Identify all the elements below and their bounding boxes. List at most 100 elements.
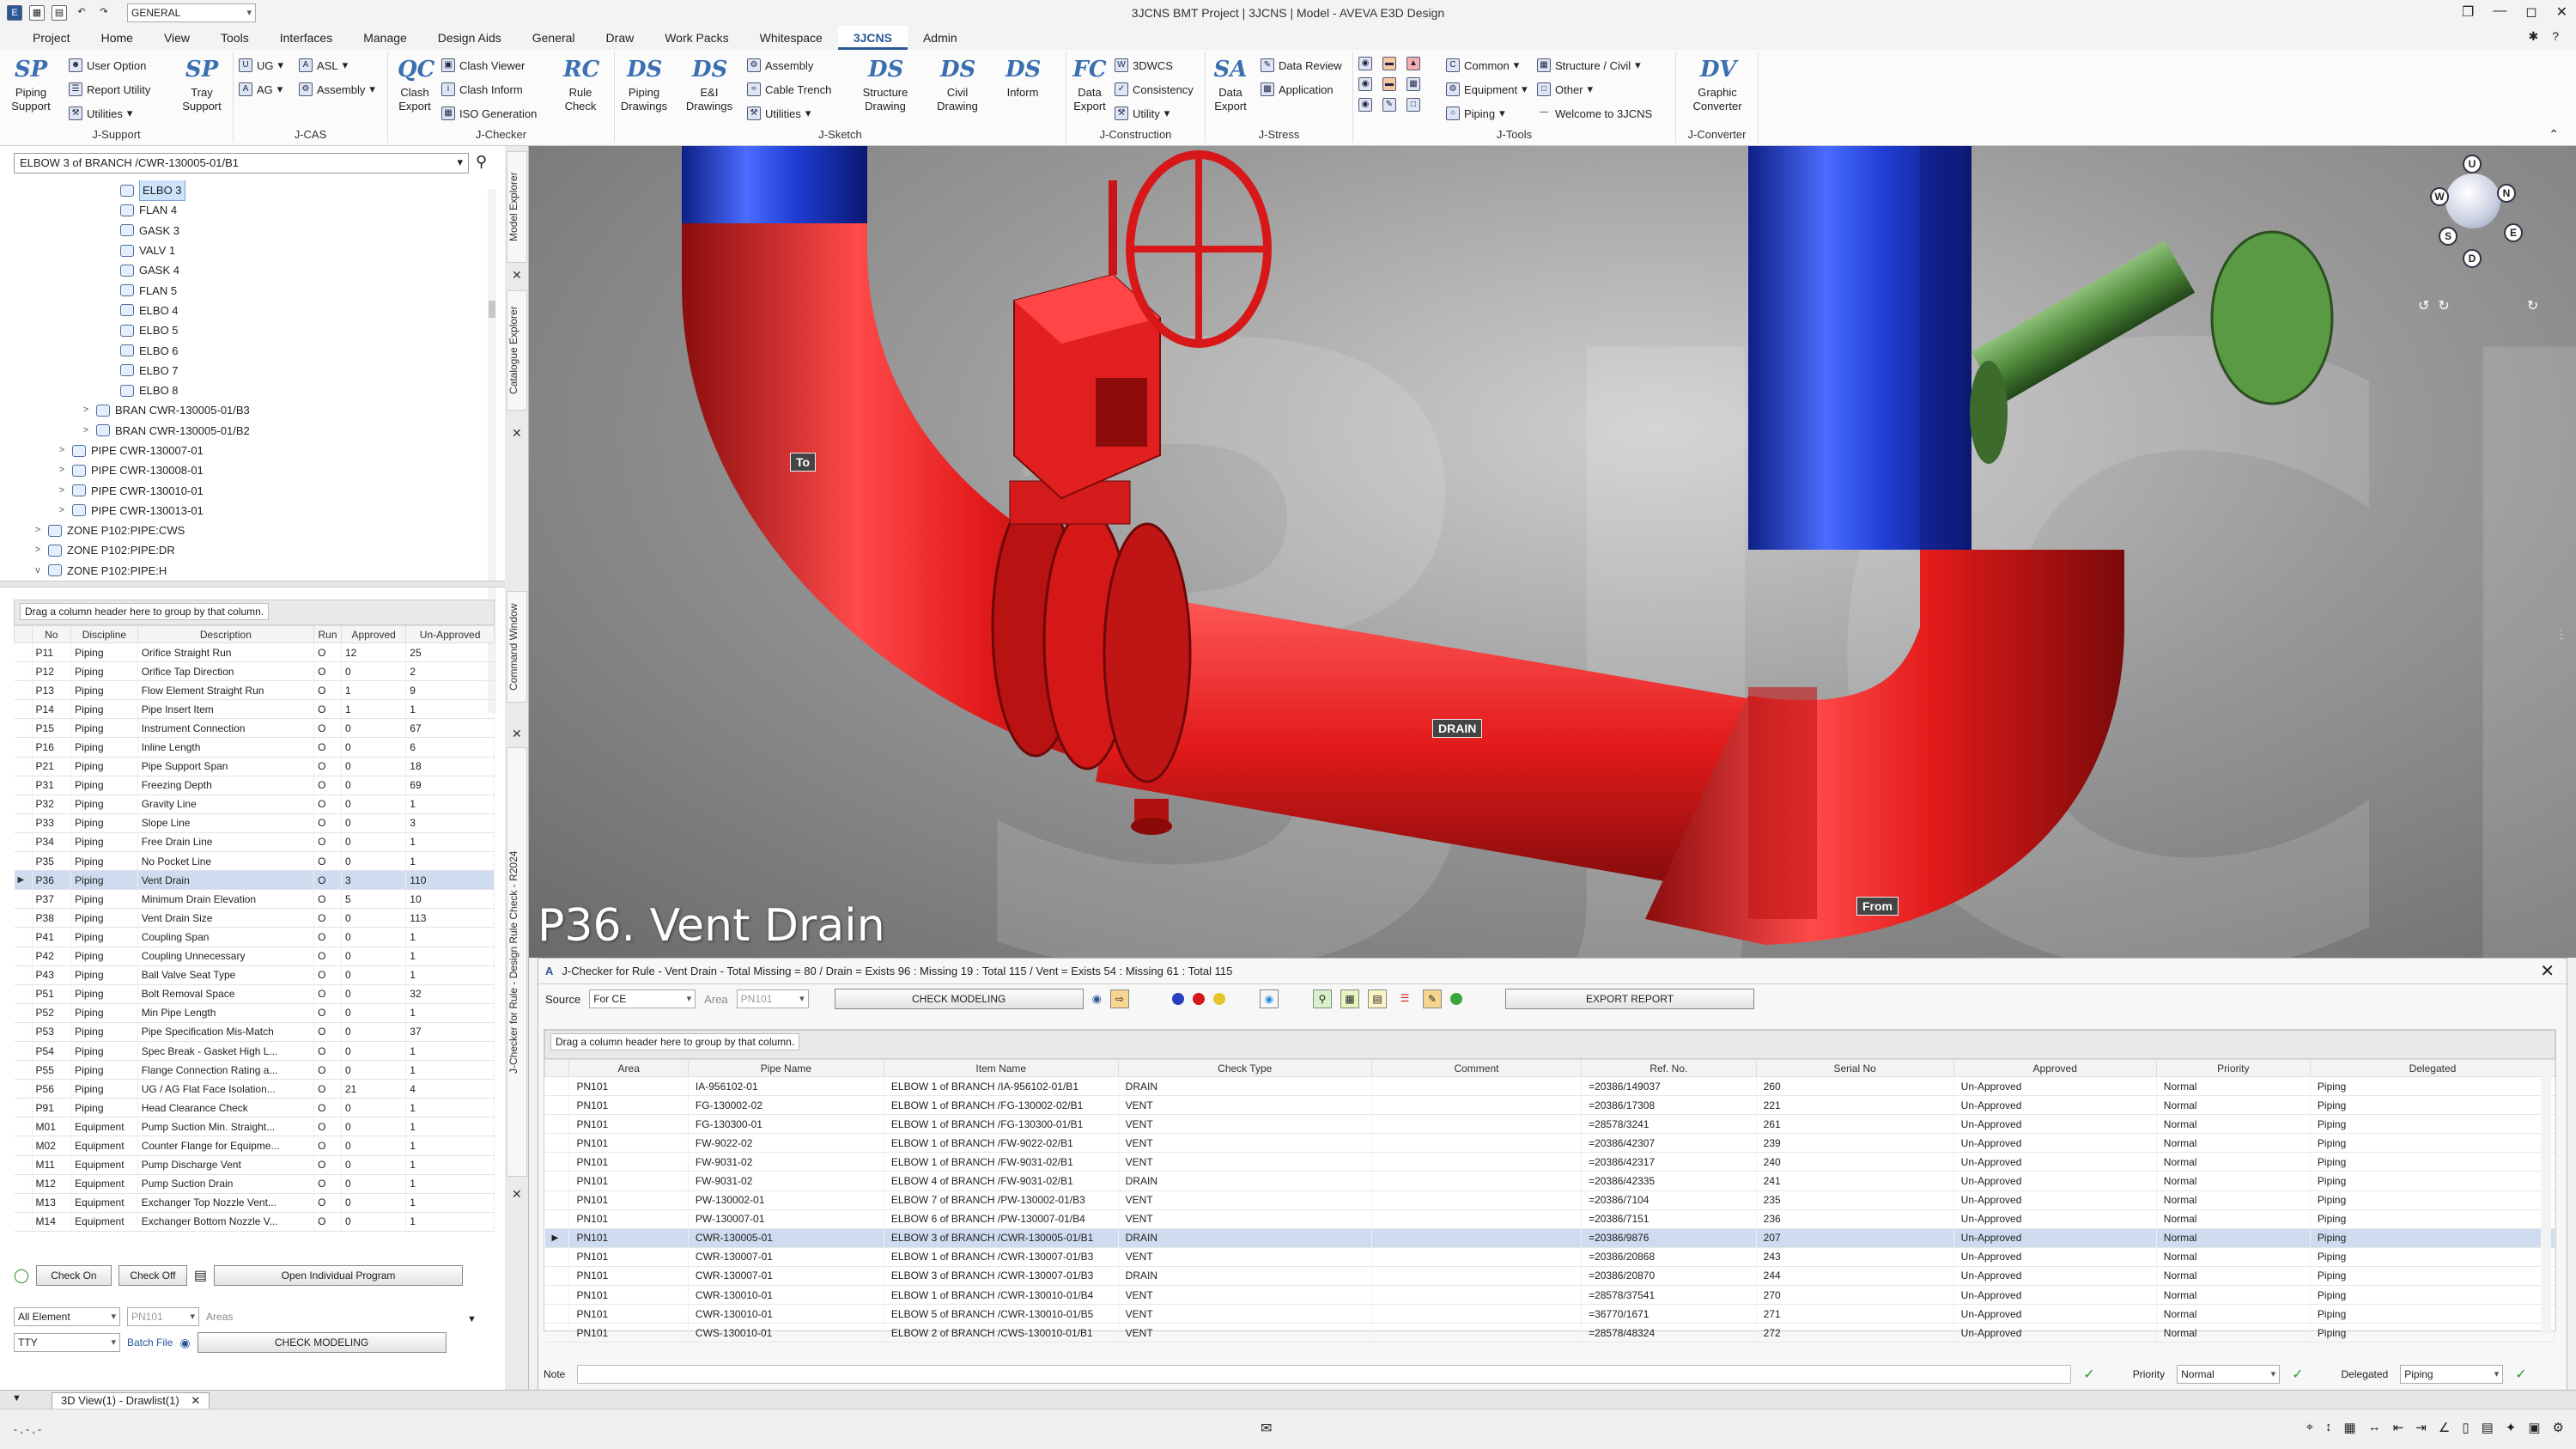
tray-support-button[interactable]: SP Tray Support [176, 55, 228, 113]
application-button[interactable]: ▩ Application [1261, 82, 1334, 96]
priority-confirm-icon[interactable]: ✓ [2292, 1366, 2303, 1383]
rule-row[interactable]: M13 Equipment Exchanger Top Nozzle Vent...… [14, 1193, 495, 1213]
close-jchecker-icon[interactable]: ✕ [512, 1187, 522, 1202]
pin-icon[interactable]: ✱ [2528, 29, 2538, 44]
tree-expander-icon[interactable]: > [81, 421, 91, 441]
menu-3jcns[interactable]: 3JCNS [837, 26, 908, 50]
checker-row[interactable]: PN101 CWR-130010-01 ELBOW 5 of BRANCH /CWR… [544, 1304, 2556, 1324]
grid-icon[interactable]: ▦ [1340, 989, 1360, 1008]
group-by-bar[interactable]: Drag a column header here to group by th… [14, 600, 495, 625]
stress-data-export-button[interactable]: SA Data Export [1209, 55, 1252, 113]
close-catalogue-icon[interactable]: ✕ [512, 426, 522, 441]
rule-row[interactable]: P14 Piping Pipe Insert Item O 1 1 [14, 699, 495, 720]
view-south-button[interactable]: S [2439, 227, 2458, 246]
grid-snap-icon[interactable]: ▦ [2344, 1420, 2356, 1435]
tree-expander-icon[interactable]: v [33, 561, 43, 581]
measure-icon[interactable]: ↕ [2325, 1420, 2332, 1435]
rule-row[interactable]: P42 Piping Coupling Unnecessary O 0 1 [14, 947, 495, 966]
view-north-button[interactable]: N [2497, 184, 2516, 203]
ck-col-item-name[interactable]: Item Name [883, 1059, 1119, 1077]
tree-node[interactable]: ELBO 4 [9, 301, 498, 320]
tool-globe2-icon[interactable]: ◉ [1358, 77, 1372, 91]
rule-row[interactable]: ▶ P36 Piping Vent Drain O 3 110 [14, 870, 495, 891]
rule-row[interactable]: P15 Piping Instrument Connection O 0 67 [14, 718, 495, 739]
layer-icon[interactable]: ▤ [2482, 1420, 2494, 1435]
tree-expander-icon[interactable]: > [33, 521, 43, 540]
help-icon[interactable]: ? [2552, 29, 2559, 44]
equipment-button[interactable]: ⚙ Equipment ▾ [1446, 82, 1528, 96]
tree-node[interactable]: ELBO 5 [9, 320, 498, 340]
tree-expander-icon[interactable]: > [57, 441, 67, 460]
col-description[interactable]: Description [137, 625, 315, 643]
rule-check-button[interactable]: RC Rule Check [558, 55, 603, 113]
menu-admin[interactable]: Admin [908, 26, 973, 50]
rule-row[interactable]: M11 Equipment Pump Discharge Vent O 0 1 [14, 1155, 495, 1175]
check-on-button[interactable]: Check On [35, 1265, 112, 1286]
checker-row[interactable]: PN101 FG-130002-02 ELBOW 1 of BRANCH /FG-1… [544, 1095, 2556, 1116]
tool-grid-icon[interactable]: ▦ [1406, 77, 1420, 91]
delegated-combo[interactable]: Piping [2400, 1365, 2504, 1384]
civil-drawing-button[interactable]: DS Civil Drawing [929, 55, 986, 113]
tree-node[interactable]: ELBO 3 [9, 180, 498, 202]
source-combo[interactable]: For CE [589, 989, 696, 1008]
tree-node[interactable]: > PIPE CWR-130010-01 [9, 480, 498, 500]
close-tab-icon[interactable]: ✕ [191, 1394, 200, 1407]
tool-pipe2-icon[interactable]: ▬ [1382, 77, 1396, 91]
compass-icon[interactable]: ✦ [2506, 1420, 2517, 1435]
close-command-icon[interactable]: ✕ [512, 727, 522, 741]
menu-manage[interactable]: Manage [348, 26, 422, 50]
pane-splitter[interactable] [0, 581, 505, 588]
checker-area-combo[interactable]: PN101 [736, 989, 809, 1008]
lines-icon[interactable]: ☰ [1395, 989, 1414, 1008]
tree-node[interactable]: > ZONE P102:PIPE:DR [9, 540, 498, 560]
graphic-converter-button[interactable]: DV Graphic Converter [1681, 55, 1753, 113]
tree-expander-icon[interactable]: > [57, 460, 67, 480]
menu-general[interactable]: General [517, 26, 591, 50]
tree-node[interactable]: > BRAN CWR-130005-01/B2 [9, 421, 498, 441]
user-option-button[interactable]: ☻ User Option [69, 58, 146, 72]
asl-button[interactable]: A ASL ▾ [299, 58, 348, 72]
tree-node[interactable]: v ZONE P102:PIPE:H [9, 561, 498, 581]
view-west-button[interactable]: W [2430, 187, 2449, 206]
rule-row[interactable]: P41 Piping Coupling Span O 0 1 [14, 927, 495, 947]
checker-row[interactable]: PN101 FG-130300-01 ELBOW 1 of BRANCH /FG-1… [544, 1114, 2556, 1135]
delegated-confirm-icon[interactable]: ✓ [2515, 1366, 2526, 1383]
rule-row[interactable]: P33 Piping Slope Line O 0 3 [14, 813, 495, 833]
checker-group-bar[interactable]: Drag a column header here to group by th… [544, 1030, 2555, 1059]
inform-button[interactable]: DS Inform [1001, 55, 1044, 100]
tree-node[interactable]: ELBO 8 [9, 381, 498, 400]
check-modeling-left-button[interactable]: CHECK MODELING [197, 1332, 447, 1353]
checker-row[interactable]: PN101 FW-9031-02 ELBOW 4 of BRANCH /FW-903… [544, 1171, 2556, 1191]
report-utility-button[interactable]: ☰ Report Utility [69, 82, 150, 96]
3dwcs-button[interactable]: W 3DWCS [1115, 58, 1173, 72]
ck-col-serial-no[interactable]: Serial No [1755, 1059, 1954, 1077]
tree-node[interactable]: ELBO 6 [9, 340, 498, 360]
list-icon[interactable]: ▤ [194, 1267, 207, 1284]
menu-interfaces[interactable]: Interfaces [264, 26, 348, 50]
piping-support-button[interactable]: SP Piping Support [7, 55, 55, 113]
rule-row[interactable]: M02 Equipment Counter Flange for Equipme..… [14, 1135, 495, 1156]
tree-node[interactable]: GASK 3 [9, 221, 498, 240]
construction-data-export-button[interactable]: FC Data Export [1068, 55, 1111, 113]
sketch-assembly-button[interactable]: ⚙ Assembly [747, 58, 813, 72]
tree-node[interactable]: > PIPE CWR-130013-01 [9, 501, 498, 521]
ag-button[interactable]: A AG ▾ [239, 82, 283, 96]
checker-row[interactable]: PN101 CWR-130007-01 ELBOW 1 of BRANCH /CWR… [544, 1247, 2556, 1267]
current-element-field[interactable]: ELBOW 3 of BRANCH /CWR-130005-01/B1 ▾ [14, 153, 469, 174]
snap-icon[interactable]: ⌖ [2306, 1420, 2313, 1435]
col-discipline[interactable]: Discipline [70, 625, 138, 643]
checker-scrollbar[interactable] [2541, 1067, 2551, 1333]
tab-catalogue-explorer[interactable]: Catalogue Explorer [507, 290, 527, 411]
tree-node[interactable]: > PIPE CWR-130007-01 [9, 441, 498, 460]
ck-col-ref-no[interactable]: Ref. No. [1581, 1059, 1757, 1077]
rule-row[interactable]: P21 Piping Pipe Support Span O 0 18 [14, 757, 495, 776]
capture-icon[interactable]: ◉ [1260, 989, 1279, 1008]
tree-node[interactable]: VALV 1 [9, 240, 498, 260]
tree-expander-icon[interactable]: > [81, 400, 91, 420]
menu-view[interactable]: View [149, 26, 205, 50]
close-icon[interactable]: ✕ [2556, 3, 2567, 21]
common-button[interactable]: C Common ▾ [1446, 58, 1519, 72]
yellow-filter-icon[interactable] [1213, 993, 1226, 1005]
rule-row[interactable]: P12 Piping Orifice Tap Direction O 0 2 [14, 661, 495, 682]
export-report-button[interactable]: EXPORT REPORT [1505, 989, 1755, 1009]
